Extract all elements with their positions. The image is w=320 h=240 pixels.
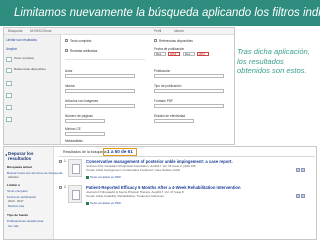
sidebar-checkbox[interactable] <box>6 57 12 62</box>
show-more-link[interactable]: Mostrar más <box>8 204 24 208</box>
language-label: Idioma <box>65 84 75 88</box>
result-number: 2. <box>64 185 67 189</box>
full-text-link[interactable]: Texto completo <box>7 189 28 193</box>
form-sidebar: Limitar sus resultados Ampliar Texto com… <box>4 35 61 144</box>
pub-type-label: Tipo de publicación <box>154 84 182 88</box>
refine-sidebar: ◂ Depurar los resultados Búsqueda actual… <box>4 147 63 239</box>
references-label: Referencias disponibles <box>159 39 193 43</box>
full-text-label: Texto completo <box>70 39 92 43</box>
effectiveness-select[interactable] <box>154 119 194 123</box>
result-subjects: Temas: Ankle Impingement; Conservative T… <box>86 168 180 172</box>
divider <box>65 59 145 60</box>
effectiveness-label: Estudio de efectividad <box>154 114 186 118</box>
sidebar-checkbox[interactable] <box>6 117 12 122</box>
limiters-panel: Texto completo Revistas arbitradas Autor… <box>62 35 234 144</box>
sidebar-option: Referencias disponibles <box>14 67 46 71</box>
min-ce-label: Mínimo CE <box>65 127 81 131</box>
sidebar-link[interactable]: Limitar sus resultados <box>6 38 37 42</box>
meta-analysis-label: Metaanálisis <box>65 139 83 143</box>
limit-to-label: Limitar a <box>7 183 20 187</box>
pub-type-select[interactable] <box>154 89 224 93</box>
top-link[interactable]: Mi EBSCOhost <box>30 29 51 33</box>
pub-date-label: Fecha de publicación <box>154 47 185 51</box>
sidebar-checkbox[interactable] <box>6 105 12 110</box>
slide-note: Tras dicha aplicación, los resultados ob… <box>237 47 310 76</box>
peer-reviewed-label: Revistas arbitradas <box>70 49 98 53</box>
current-search-label: Búsqueda actual <box>7 165 32 169</box>
results-range: 1 a 50 de 61 <box>103 148 137 156</box>
month-to-select[interactable]: Mes <box>183 52 195 56</box>
sidebar-checkbox[interactable] <box>6 81 12 86</box>
year-from-input[interactable]: 2013 <box>168 52 180 56</box>
folder-icon[interactable] <box>301 194 305 198</box>
year-to-input[interactable]: 2017 <box>197 52 209 56</box>
sidebar-link[interactable]: Ampliar <box>6 47 17 51</box>
pdf-icon <box>86 175 89 179</box>
publication-input[interactable] <box>154 74 224 78</box>
pub-date-range: 2013 - 2017 <box>8 199 24 203</box>
peer-reviewed-checkbox[interactable] <box>65 49 68 52</box>
author-input[interactable] <box>65 74 135 78</box>
document-icon <box>68 185 82 203</box>
refine-title: Depurar los resultados <box>8 151 34 161</box>
academic-journals-link[interactable]: Publicaciones académicas <box>7 219 43 223</box>
pdf-link[interactable]: Texto completo en PDF <box>86 175 121 179</box>
pdf-link-label: Texto completo en PDF <box>90 175 122 179</box>
sidebar-option: Texto completo <box>14 56 35 60</box>
results-header: Resultados de la búsqueda: <box>63 150 108 154</box>
result-actions <box>295 185 313 198</box>
images-label: Artículos con imágenes <box>65 99 99 103</box>
pages-label: Número de páginas <box>65 114 93 118</box>
preview-icon[interactable] <box>296 168 300 172</box>
result-subjects: Temas: Ankle Instability; Rehabilitation… <box>86 194 164 198</box>
top-link[interactable]: Idioma <box>174 29 184 33</box>
top-link[interactable]: Perfil <box>154 29 161 33</box>
slide-title: Limitamos nuevamente la búsqueda aplican… <box>0 0 320 26</box>
divider <box>59 156 315 157</box>
language-select[interactable] <box>65 89 135 93</box>
month-from-select[interactable]: Mes <box>154 52 166 56</box>
pdf-link[interactable]: Texto completo en PDF <box>86 201 121 205</box>
terms-sub: Abstract <box>8 175 19 179</box>
author-label: Autor <box>65 69 73 73</box>
form-top-bar: Búsqueda Mi EBSCOhost Perfil Idioma <box>4 28 234 35</box>
source-type-label: Tipo de fuente <box>7 213 29 217</box>
results-screenshot: ◂ Depurar los resultados Búsqueda actual… <box>3 146 317 240</box>
result-checkbox[interactable] <box>59 160 62 163</box>
document-icon <box>68 159 82 177</box>
pages-select[interactable] <box>65 119 105 123</box>
results-list: Resultados de la búsqueda: 1 a 50 de 61 … <box>55 147 316 239</box>
pdf-icon <box>86 201 89 205</box>
sidebar-checkbox[interactable] <box>6 68 12 73</box>
pdf-format-label: Formato PDF <box>154 99 174 103</box>
see-more-link[interactable]: Ver más <box>8 224 19 228</box>
images-select[interactable] <box>65 104 135 108</box>
publication-label: Publicación <box>154 69 171 73</box>
sidebar-checkbox[interactable] <box>6 93 12 98</box>
min-ce-select[interactable] <box>65 132 105 136</box>
full-text-checkbox[interactable] <box>65 39 68 42</box>
top-link[interactable]: Búsqueda <box>8 29 22 33</box>
collapse-arrow-icon[interactable]: ◂ <box>5 152 7 157</box>
references-checkbox[interactable] <box>154 39 157 42</box>
pdf-link-label: Texto completo en PDF <box>90 201 122 205</box>
search-form-screenshot: Búsqueda Mi EBSCOhost Perfil Idioma Limi… <box>3 27 235 145</box>
result-number: 1. <box>64 159 67 163</box>
pdf-format-select[interactable] <box>154 104 224 108</box>
folder-icon[interactable] <box>301 168 305 172</box>
preview-icon[interactable] <box>296 194 300 198</box>
result-actions <box>295 159 313 172</box>
result-checkbox[interactable] <box>59 186 62 189</box>
